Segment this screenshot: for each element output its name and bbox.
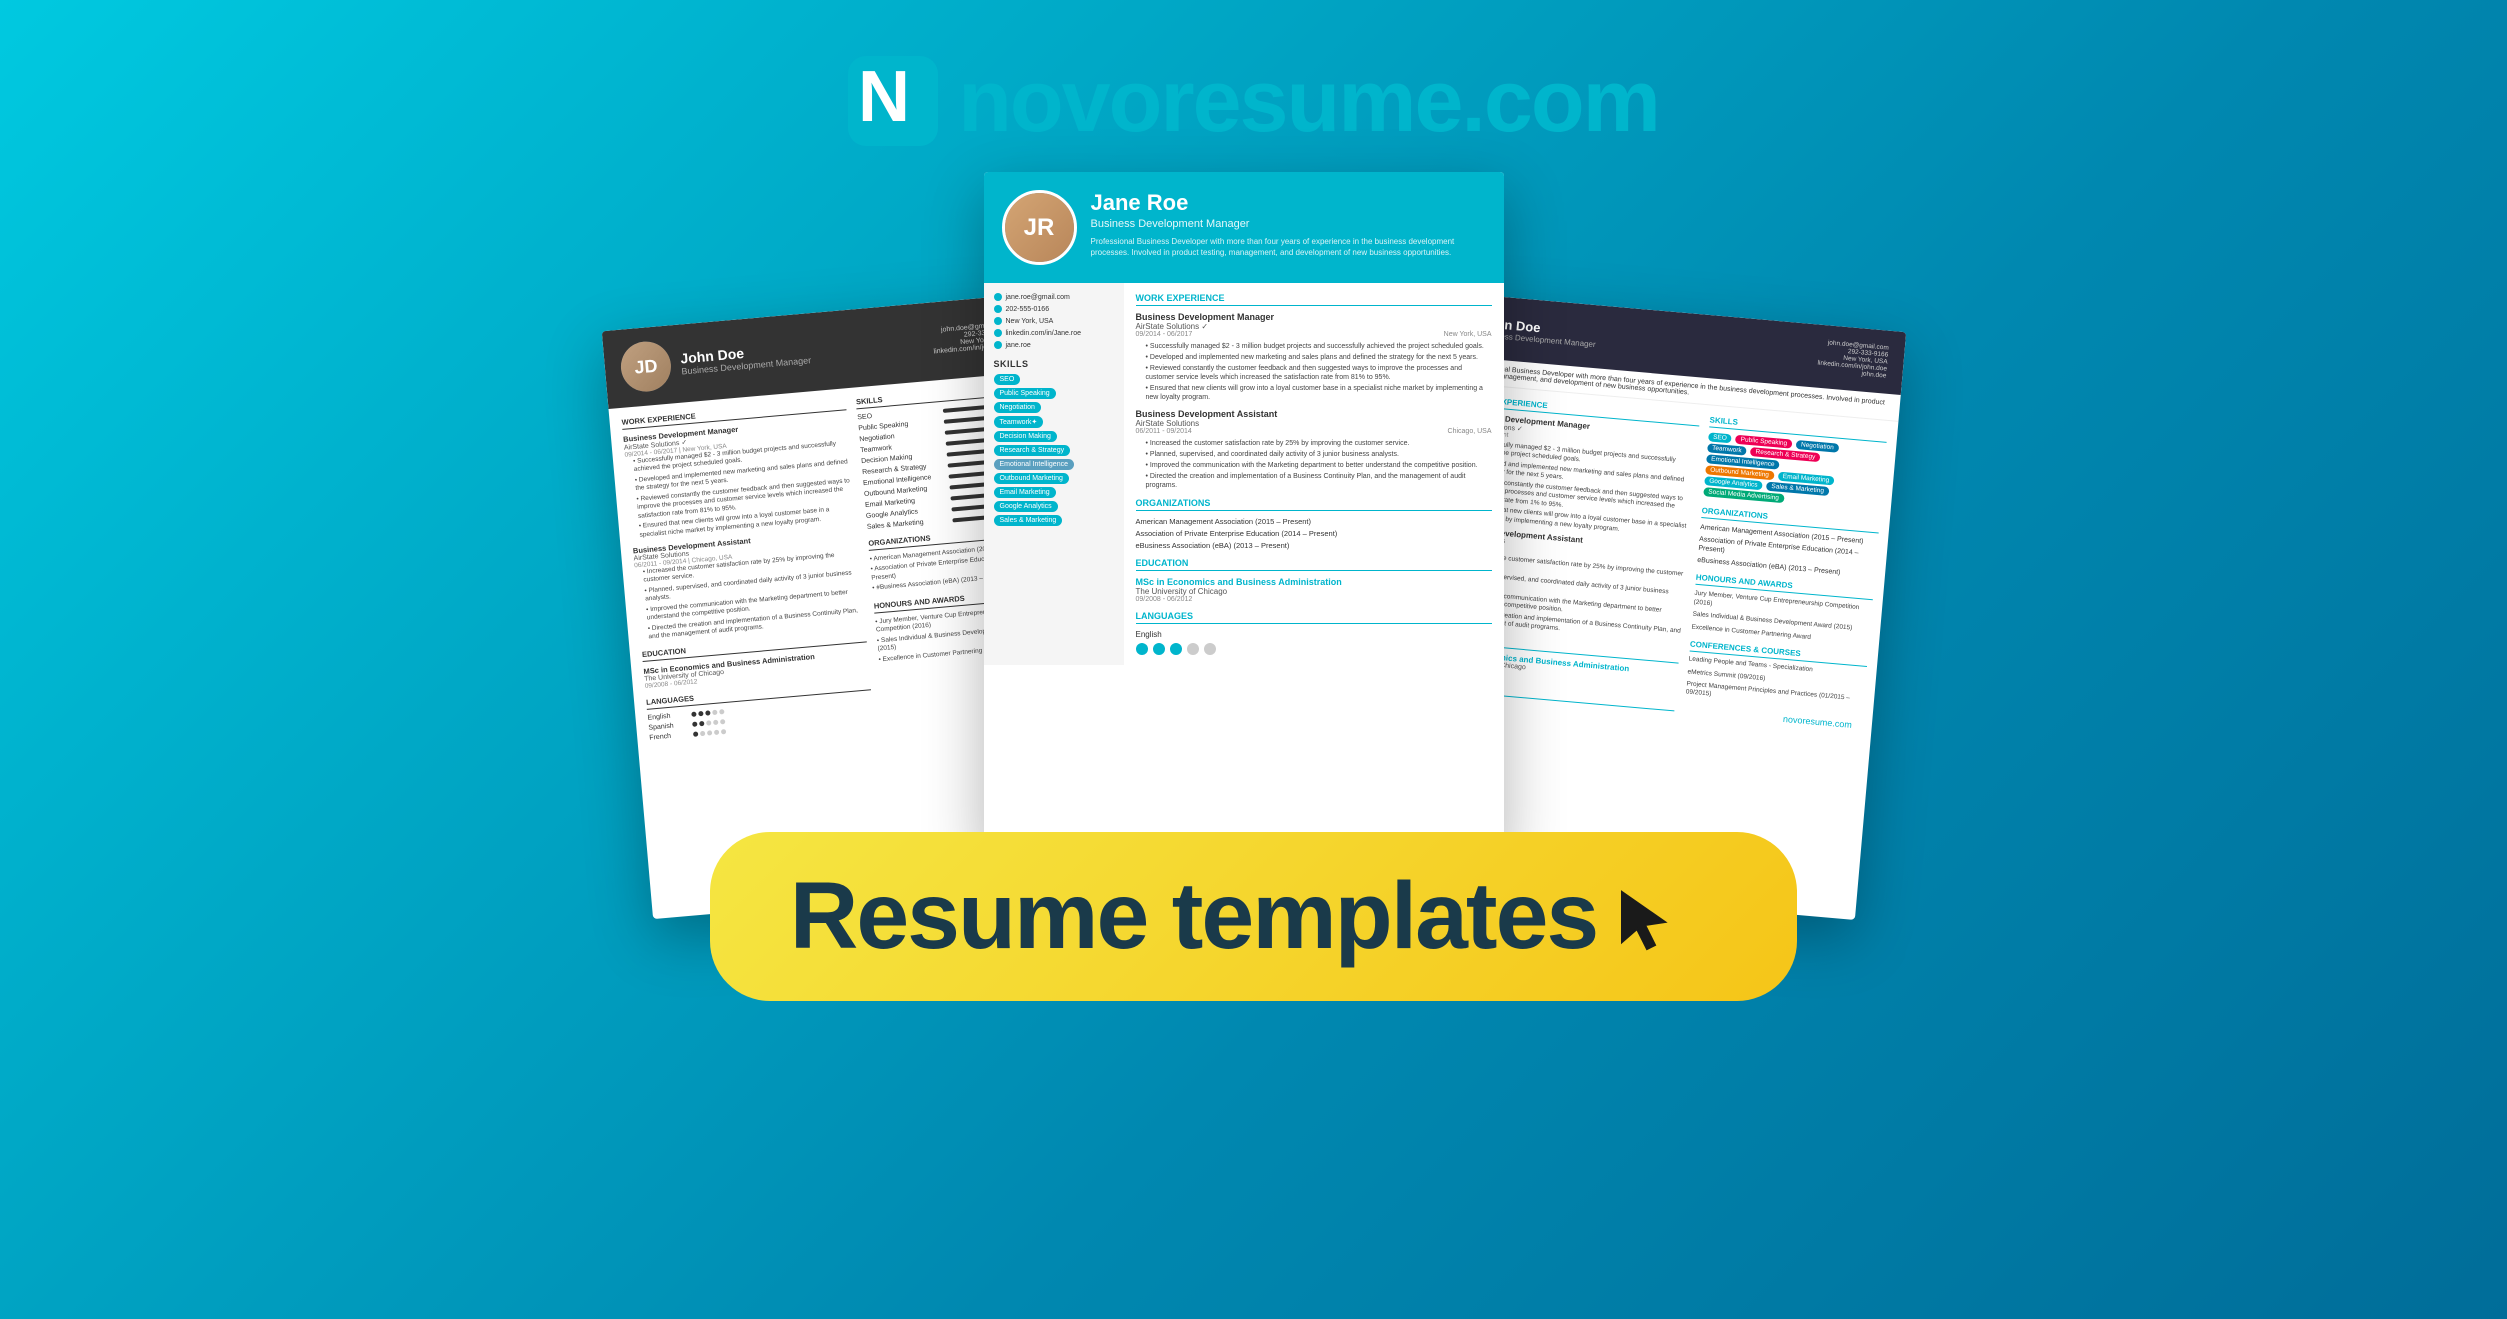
center-linkedin: linkedin.com/in/Jane.roe [994,329,1114,337]
center-job-2-title: Business Development Assistant [1136,409,1492,419]
linkedin-icon [994,329,1002,337]
center-lang-dots [1136,643,1492,655]
center-job-2-b4: Directed the creation and implementation… [1146,472,1492,490]
page-header: N novoresume.com [0,0,2507,152]
center-skill-google: Google Analytics [994,501,1058,512]
center-card-header: JR Jane Roe Business Development Manager… [984,172,1504,283]
resume-templates-blob: Resume templates [710,832,1798,1001]
center-job-2-company: AirState Solutions [1136,419,1492,428]
novoresume-logo-icon: N [848,56,938,146]
center-phone: 202-555-0166 [994,305,1114,313]
left-card-left-col: WORK EXPERIENCE Business Development Man… [621,398,874,745]
center-org-2: Association of Private Enterprise Educat… [1136,529,1492,538]
center-skills-title: SKILLS [994,359,1114,369]
center-job-2: Business Development Assistant AirState … [1136,409,1492,490]
left-job-2: Business Development Assistant AirState … [632,527,865,643]
right-skill-seo: SEO [1707,432,1731,443]
left-card-avatar: JD [618,340,672,394]
center-website: jane.roe [994,341,1114,349]
center-skill-emotional: Emotional Intelligence [994,459,1075,470]
center-skill-decision: Decision Making [994,431,1057,442]
center-card-name: Jane Roe [1091,190,1486,216]
center-edu-section-title: EDUCATION [1136,558,1492,571]
center-job-2-b2: Planned, supervised, and coordinated dai… [1146,450,1492,459]
watermark-logo: novoresume.com [1782,714,1852,730]
center-job-1-title: Business Development Manager [1136,312,1492,322]
center-location: New York, USA [994,317,1114,325]
center-card-header-info: Jane Roe Business Development Manager Pr… [1091,190,1486,258]
center-edu-degree: MSc in Economics and Business Administra… [1136,577,1492,587]
left-job-1: Business Development Manager AirState So… [622,415,856,540]
center-lang-english: English [1136,630,1492,639]
resume-cards-container: JD John Doe Business Development Manager… [0,192,2507,872]
center-job-1-b1: Successfully managed $2 - 3 million budg… [1146,342,1492,351]
center-work-section-title: WORK EXPERIENCE [1136,293,1492,306]
center-org-3: eBusiness Association (eBA) (2013 – Pres… [1136,541,1492,550]
center-skill-teamwork: Teamwork✦ [994,416,1044,428]
center-skill-sales: Sales & Marketing [994,515,1063,526]
center-skill-email: Email Marketing [994,487,1056,498]
right-header-info: John Doe Business Development Manager [1480,315,1809,368]
center-skills-badges: SEO Public Speaking Negotiation Teamwork… [994,374,1114,529]
center-org-1: American Management Association (2015 – … [1136,517,1492,526]
center-card-body: jane.roe@gmail.com 202-555-0166 New York… [984,283,1504,665]
right-card-contact: john.doe@gmail.com 292-333-9166 New York… [1816,339,1889,380]
center-job-1-b4: Ensured that new clients will grow into … [1146,384,1492,402]
left-card-header-info: John Doe Business Development Manager [679,329,923,376]
center-job-1-meta: 09/2014 - 06/2017 New York, USA [1136,331,1492,338]
brand-name: novoresume.com [958,50,1659,152]
bottom-section: Resume templates [0,832,2507,1001]
center-org-section-title: ORGANIZATIONS [1136,498,1492,511]
phone-icon [994,305,1002,313]
center-skill-negotiation: Negotiation [994,402,1041,413]
center-skill-seo: SEO [994,374,1021,385]
right-skills-badges: SEO Public Speaking Negotiation Teamwork… [1702,432,1885,513]
center-card-summary: Professional Business Developer with mor… [1091,236,1486,258]
right-card-right-col: SKILLS SEO Public Speaking Negotiation T… [1680,415,1888,773]
resume-card-center: JR Jane Roe Business Development Manager… [984,172,1504,852]
center-job-2-meta: 06/2011 - 09/2014 Chicago, USA [1136,428,1492,435]
svg-text:N: N [858,57,910,137]
center-contact-section: jane.roe@gmail.com 202-555-0166 New York… [994,293,1114,349]
center-job-1: Business Development Manager AirState So… [1136,312,1492,403]
resume-templates-text: Resume templates [790,862,1598,971]
website-icon [994,341,1002,349]
center-job-1-b3: Reviewed constantly the customer feedbac… [1146,364,1492,382]
cursor-icon [1617,887,1677,957]
center-skill-research: Research & Strategy [994,445,1071,456]
center-sidebar: jane.roe@gmail.com 202-555-0166 New York… [984,283,1124,665]
email-icon [994,293,1002,301]
center-job-2-b1: Increased the customer satisfaction rate… [1146,439,1492,448]
location-icon [994,317,1002,325]
center-lang-section-title: LANGUAGES [1136,611,1492,624]
center-card-title: Business Development Manager [1091,218,1486,230]
center-card-avatar: JR [1002,190,1077,265]
center-skill-outbound: Outbound Marketing [994,473,1069,484]
center-edu-date: 09/2008 - 06/2012 [1136,596,1492,603]
center-email: jane.roe@gmail.com [994,293,1114,301]
center-job-1-company: AirState Solutions ✓ [1136,322,1492,331]
center-main-content: WORK EXPERIENCE Business Development Man… [1124,283,1504,665]
center-edu-school: The University of Chicago [1136,587,1492,596]
center-job-2-b3: Improved the communication with the Mark… [1146,461,1492,470]
center-skill-public-speaking: Public Speaking [994,388,1056,399]
center-job-1-b2: Developed and implemented new marketing … [1146,353,1492,362]
